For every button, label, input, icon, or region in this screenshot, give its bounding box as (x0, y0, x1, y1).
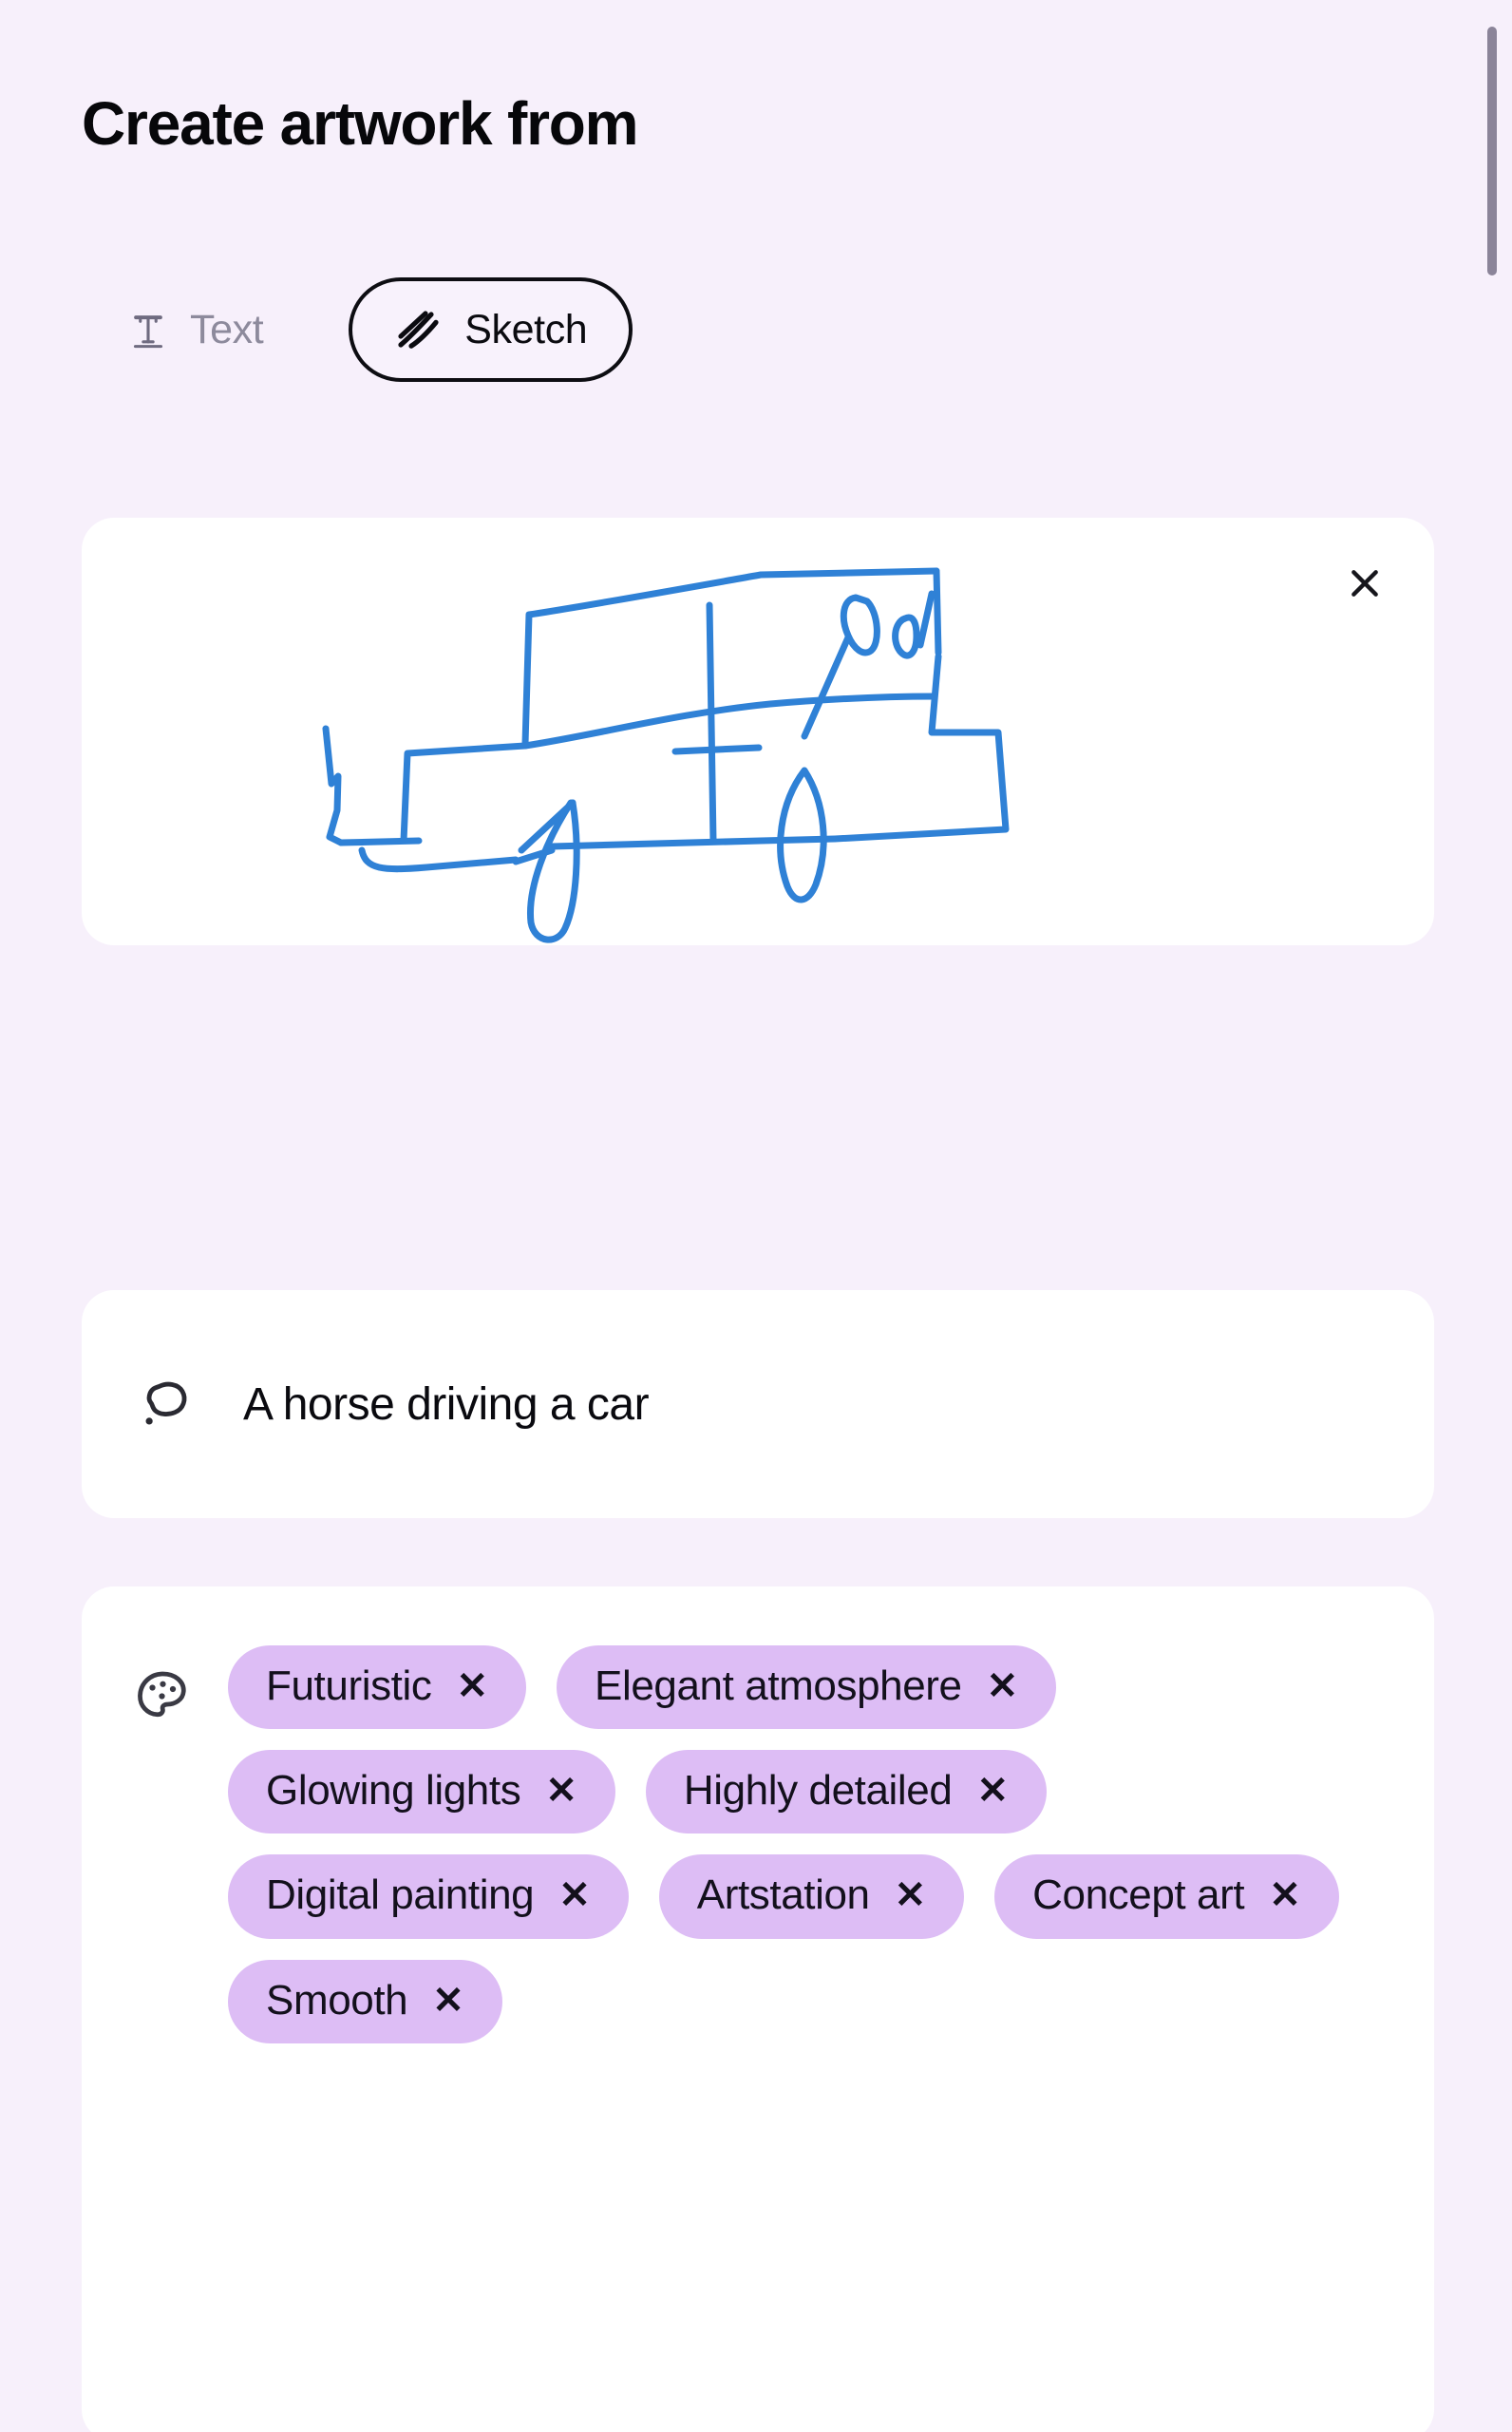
text-t-icon (127, 309, 169, 351)
style-chip[interactable]: Concept art ✕ (994, 1854, 1339, 1939)
remove-chip-icon[interactable]: ✕ (432, 1982, 464, 2020)
style-chip-label: Glowing lights (266, 1767, 521, 1814)
scrollbar-track[interactable] (1482, 0, 1499, 2432)
mode-tab-row: Text Sketch (82, 277, 633, 382)
style-chip-label: Futuristic (266, 1662, 432, 1709)
style-chip[interactable]: Glowing lights ✕ (228, 1750, 615, 1834)
remove-chip-icon[interactable]: ✕ (976, 1772, 1009, 1810)
tab-text[interactable]: Text (82, 277, 309, 382)
style-chip-label: Smooth (266, 1976, 408, 2024)
remove-chip-icon[interactable]: ✕ (1269, 1876, 1301, 1914)
style-chip-label: Highly detailed (683, 1767, 953, 1814)
style-chip-label: Elegant atmosphere (595, 1662, 962, 1709)
styles-card: Futuristic ✕ Elegant atmosphere ✕ Glowin… (82, 1586, 1434, 2432)
sketch-card (82, 518, 1434, 945)
remove-chip-icon[interactable]: ✕ (987, 1667, 1019, 1705)
style-chip[interactable]: Artstation ✕ (658, 1854, 965, 1939)
prompt-card[interactable]: A horse driving a car (82, 1290, 1434, 1518)
style-chip[interactable]: Digital painting ✕ (228, 1854, 629, 1939)
sketch-canvas[interactable] (82, 518, 1434, 945)
prompt-value: A horse driving a car (243, 1378, 650, 1430)
thought-bubble-icon (139, 1377, 243, 1432)
style-chip[interactable]: Elegant atmosphere ✕ (557, 1645, 1057, 1730)
style-chip[interactable]: Futuristic ✕ (228, 1645, 526, 1730)
style-chip-label: Concept art (1032, 1872, 1245, 1919)
tab-sketch-label: Sketch (464, 306, 588, 352)
palette-icon (133, 1645, 228, 1723)
tab-text-label: Text (190, 306, 264, 352)
remove-chip-icon[interactable]: ✕ (895, 1876, 927, 1914)
style-chip-label: Artstation (696, 1872, 870, 1919)
style-chip[interactable]: Highly detailed ✕ (645, 1750, 1047, 1834)
remove-chip-icon[interactable]: ✕ (558, 1876, 591, 1914)
close-icon[interactable] (1330, 548, 1400, 618)
scribble-icon (394, 309, 444, 351)
remove-chip-icon[interactable]: ✕ (545, 1772, 577, 1810)
style-chip-label: Digital painting (266, 1872, 535, 1919)
style-chip-list: Futuristic ✕ Elegant atmosphere ✕ Glowin… (228, 1645, 1377, 2043)
remove-chip-icon[interactable]: ✕ (456, 1667, 488, 1705)
page-title: Create artwork from (82, 89, 639, 158)
tab-sketch[interactable]: Sketch (349, 277, 633, 382)
style-chip[interactable]: Smooth ✕ (228, 1959, 502, 2043)
scrollbar-thumb[interactable] (1487, 27, 1497, 276)
